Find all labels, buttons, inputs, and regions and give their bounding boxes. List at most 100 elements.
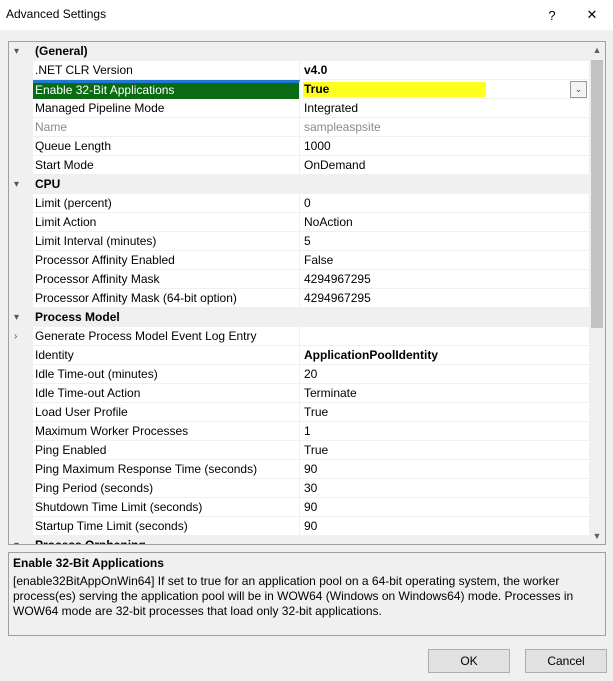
property-name: Startup Time Limit (seconds) bbox=[33, 517, 300, 536]
row-margin bbox=[9, 365, 33, 384]
property-name: Idle Time-out Action bbox=[33, 384, 300, 403]
property-value[interactable]: 20 bbox=[301, 365, 591, 384]
row-margin: ▾ bbox=[9, 175, 33, 194]
help-button[interactable]: ? bbox=[532, 0, 572, 30]
property-row-idle-time-out-minutes[interactable]: Idle Time-out (minutes) 20 bbox=[9, 365, 591, 384]
vertical-scrollbar[interactable]: ▲ ▼ bbox=[589, 42, 605, 544]
property-value-text: OnDemand bbox=[304, 158, 366, 172]
scroll-down-arrow-icon[interactable]: ▼ bbox=[589, 528, 605, 544]
property-value-text: 90 bbox=[304, 500, 318, 514]
property-row-limit-interval-minutes[interactable]: Limit Interval (minutes) 5 bbox=[9, 232, 591, 251]
property-value[interactable]: OnDemand bbox=[301, 156, 591, 175]
property-value-text: sampleaspsite bbox=[304, 120, 381, 134]
row-margin bbox=[9, 194, 33, 213]
row-margin: ▾ bbox=[9, 308, 33, 327]
row-margin bbox=[9, 251, 33, 270]
property-value-text: ApplicationPoolIdentity bbox=[304, 348, 438, 362]
property-name: Maximum Worker Processes bbox=[33, 422, 300, 441]
property-value[interactable]: 30 bbox=[301, 479, 591, 498]
property-value[interactable]: NoAction bbox=[301, 213, 591, 232]
property-value[interactable]: Terminate bbox=[301, 384, 591, 403]
property-value[interactable]: 0 bbox=[301, 194, 591, 213]
property-value[interactable]: 4294967295 bbox=[301, 270, 591, 289]
property-name: Load User Profile bbox=[33, 403, 300, 422]
property-row-enable-32-bit-applications[interactable]: Enable 32-Bit Applications True ⌄ bbox=[9, 80, 591, 99]
collapse-chevron-icon[interactable]: ▾ bbox=[14, 308, 19, 327]
property-value[interactable]: 1000 bbox=[301, 137, 591, 156]
scroll-thumb[interactable] bbox=[591, 60, 603, 328]
property-value[interactable]: 90 bbox=[301, 517, 591, 536]
property-row-limit-action[interactable]: Limit Action NoAction bbox=[9, 213, 591, 232]
close-button[interactable]: ✕ bbox=[572, 0, 612, 30]
property-value[interactable]: True bbox=[301, 403, 591, 422]
property-row-maximum-worker-processes[interactable]: Maximum Worker Processes 1 bbox=[9, 422, 591, 441]
property-row-shutdown-time-limit-seconds[interactable]: Shutdown Time Limit (seconds) 90 bbox=[9, 498, 591, 517]
row-margin bbox=[9, 99, 33, 118]
property-name: Idle Time-out (minutes) bbox=[33, 365, 300, 384]
property-value-text: Integrated bbox=[304, 101, 359, 115]
property-value[interactable]: ApplicationPoolIdentity bbox=[301, 346, 591, 365]
category-process-orphaning[interactable]: ▾ Process Orphaning bbox=[9, 536, 591, 544]
property-grid[interactable]: ▾ (General) .NET CLR Version v4.0 Enable 32-… bbox=[8, 41, 606, 545]
category-label: (General) bbox=[35, 44, 88, 58]
collapse-chevron-icon[interactable]: ▾ bbox=[14, 536, 19, 544]
property-row-idle-time-out-action[interactable]: Idle Time-out Action Terminate bbox=[9, 384, 591, 403]
property-row-processor-affinity-mask[interactable]: Processor Affinity Mask 4294967295 bbox=[9, 270, 591, 289]
property-rows: ▾ (General) .NET CLR Version v4.0 Enable 32-… bbox=[9, 42, 591, 544]
category-process-model[interactable]: ▾ Process Model bbox=[9, 308, 591, 327]
property-row-start-mode[interactable]: Start Mode OnDemand bbox=[9, 156, 591, 175]
property-row-processor-affinity-mask-64-bit-option[interactable]: Processor Affinity Mask (64-bit option) 4… bbox=[9, 289, 591, 308]
property-row-limit-percent[interactable]: Limit (percent) 0 bbox=[9, 194, 591, 213]
property-row-managed-pipeline-mode[interactable]: Managed Pipeline Mode Integrated bbox=[9, 99, 591, 118]
property-value[interactable]: sampleaspsite bbox=[301, 118, 591, 137]
property-value[interactable]: 90 bbox=[301, 498, 591, 517]
dropdown-chevron-icon[interactable]: ⌄ bbox=[570, 81, 587, 98]
property-row-ping-period-seconds[interactable]: Ping Period (seconds) 30 bbox=[9, 479, 591, 498]
row-margin bbox=[9, 156, 33, 175]
property-row-processor-affinity-enabled[interactable]: Processor Affinity Enabled False bbox=[9, 251, 591, 270]
property-value-text: 20 bbox=[304, 367, 318, 381]
property-row-name[interactable]: Name sampleaspsite bbox=[9, 118, 591, 137]
property-row-generate-process-model-event-log-entry[interactable]: › Generate Process Model Event Log Entry bbox=[9, 327, 591, 346]
property-value[interactable]: False bbox=[301, 251, 591, 270]
row-margin bbox=[9, 137, 33, 156]
collapse-chevron-icon[interactable]: ▾ bbox=[14, 175, 19, 194]
property-value-text: 90 bbox=[304, 462, 318, 476]
row-margin bbox=[9, 346, 33, 365]
property-value[interactable]: 5 bbox=[301, 232, 591, 251]
cancel-button[interactable]: Cancel bbox=[525, 649, 607, 673]
property-value-text: 30 bbox=[304, 481, 318, 495]
row-margin bbox=[9, 403, 33, 422]
expand-chevron-icon[interactable]: › bbox=[14, 327, 17, 346]
property-name: Enable 32-Bit Applications bbox=[33, 80, 300, 99]
property-value[interactable] bbox=[301, 327, 591, 346]
property-value[interactable]: 1 bbox=[301, 422, 591, 441]
collapse-chevron-icon[interactable]: ▾ bbox=[14, 42, 19, 61]
property-value[interactable]: 90 bbox=[301, 460, 591, 479]
property-value-text: 1000 bbox=[304, 139, 331, 153]
row-margin bbox=[9, 213, 33, 232]
property-row-ping-maximum-response-time-seconds[interactable]: Ping Maximum Response Time (seconds) 90 bbox=[9, 460, 591, 479]
property-value[interactable]: v4.0 bbox=[301, 61, 591, 80]
property-row-ping-enabled[interactable]: Ping Enabled True bbox=[9, 441, 591, 460]
property-value-text: 90 bbox=[304, 519, 318, 533]
property-name: Name bbox=[33, 118, 300, 137]
property-value[interactable]: True bbox=[301, 441, 591, 460]
property-value[interactable]: Integrated bbox=[301, 99, 591, 118]
category-general[interactable]: ▾ (General) bbox=[9, 42, 591, 61]
row-margin bbox=[9, 289, 33, 308]
scroll-up-arrow-icon[interactable]: ▲ bbox=[589, 42, 605, 58]
window-title: Advanced Settings bbox=[6, 7, 107, 21]
property-row-identity[interactable]: Identity ApplicationPoolIdentity bbox=[9, 346, 591, 365]
category-cpu[interactable]: ▾ CPU bbox=[9, 175, 591, 194]
property-row-load-user-profile[interactable]: Load User Profile True bbox=[9, 403, 591, 422]
property-value[interactable]: True bbox=[301, 80, 591, 99]
ok-button[interactable]: OK bbox=[428, 649, 510, 673]
property-row-startup-time-limit-seconds[interactable]: Startup Time Limit (seconds) 90 bbox=[9, 517, 591, 536]
property-value[interactable]: 4294967295 bbox=[301, 289, 591, 308]
row-margin: ▾ bbox=[9, 536, 33, 544]
property-row-net-clr-version[interactable]: .NET CLR Version v4.0 bbox=[9, 61, 591, 80]
property-row-queue-length[interactable]: Queue Length 1000 bbox=[9, 137, 591, 156]
property-value-text: 5 bbox=[304, 234, 311, 248]
row-margin bbox=[9, 441, 33, 460]
